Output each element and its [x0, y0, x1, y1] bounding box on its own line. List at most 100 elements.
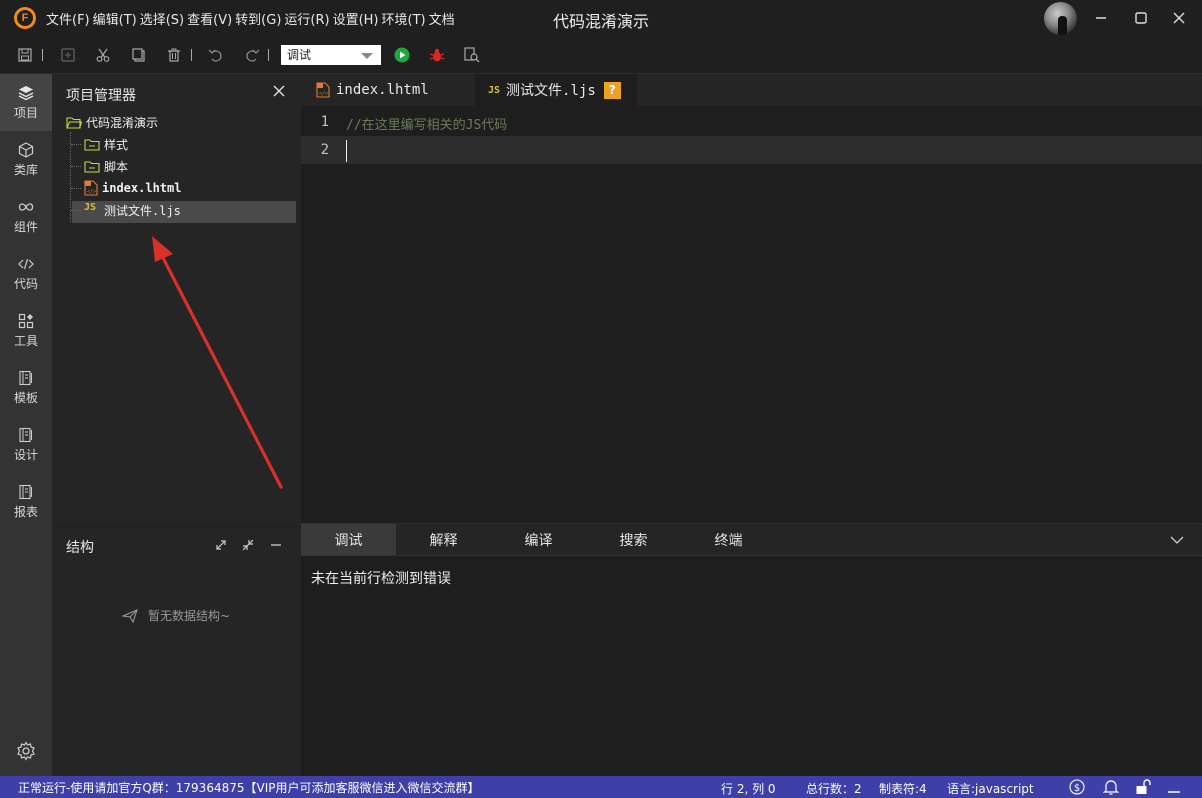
status-tab-size[interactable]: 制表符:4 — [879, 780, 927, 797]
maximize-icon — [1135, 12, 1147, 24]
activity-code[interactable]: 代码 — [0, 245, 52, 302]
collapse-all-button[interactable] — [240, 537, 256, 553]
tab-test-ljs[interactable]: JS 测试文件.ljs ? — [475, 74, 637, 106]
unlock-icon — [1136, 779, 1151, 794]
activity-label: 工具 — [13, 333, 38, 348]
user-avatar[interactable] — [1044, 2, 1077, 35]
minimize-icon — [1096, 17, 1106, 19]
activity-templates[interactable]: 模板 — [0, 359, 52, 416]
panel-tab-terminal[interactable]: 终端 — [681, 524, 776, 555]
menu-file[interactable]: 文件(F) — [46, 9, 90, 28]
tree-item-styles[interactable]: 样式 — [84, 133, 128, 155]
toolbar: 调试 — [0, 36, 1202, 74]
activity-label: 报表 — [13, 504, 38, 519]
donate-button[interactable]: $ — [1069, 779, 1085, 795]
activity-tools[interactable]: 工具 — [0, 302, 52, 359]
code-line-current: 2 — [301, 136, 1202, 164]
bug-icon — [429, 48, 445, 62]
copy-icon — [132, 48, 145, 62]
panel-collapse-button[interactable] — [1167, 530, 1187, 550]
search-file-icon — [464, 47, 480, 63]
panel-tab-debug[interactable]: 调试 — [301, 524, 396, 555]
run-config-select[interactable]: 调试 — [281, 45, 381, 65]
menu-environment[interactable]: 环境(T) — [382, 9, 426, 28]
tree-item-scripts[interactable]: 脚本 — [84, 155, 128, 177]
new-file-icon — [61, 48, 75, 62]
activity-library[interactable]: 类库 — [0, 131, 52, 188]
save-button[interactable] — [17, 47, 33, 63]
app-logo-icon: F — [14, 7, 36, 29]
tree-root-label: 代码混淆演示 — [86, 115, 159, 130]
activity-label: 类库 — [13, 162, 38, 177]
menu-run[interactable]: 运行(R) — [284, 9, 329, 28]
code-editor[interactable]: 1 //在这里编写相关的JS代码 2 — [301, 106, 1202, 523]
minimize-panel-button[interactable] — [1166, 779, 1182, 795]
debug-button[interactable] — [429, 47, 445, 63]
svg-text:$: $ — [1074, 783, 1080, 794]
menu-settings[interactable]: 设置(H) — [333, 9, 379, 28]
code-icon — [18, 258, 34, 269]
delete-button[interactable] — [166, 47, 182, 63]
redo-icon — [246, 49, 260, 62]
menu-edit[interactable]: 编辑(T) — [93, 9, 137, 28]
tree-guide — [71, 144, 81, 145]
maximize-button[interactable] — [1128, 6, 1154, 30]
help-icon[interactable]: ? — [603, 81, 621, 99]
chevron-down-icon — [1170, 536, 1184, 544]
gear-icon — [17, 741, 35, 761]
new-file-button[interactable] — [60, 47, 76, 63]
editor-tabs: </> index.lhtml JS 测试文件.ljs ? — [301, 74, 1202, 106]
toolbar-divider — [191, 49, 192, 61]
structure-empty-text: 暂无数据结构~ — [148, 609, 231, 623]
lock-button[interactable] — [1135, 779, 1151, 795]
tree-guide — [71, 166, 81, 167]
activity-bar: 项目 类库 组件 代码 工具 模板 设计 报表 — [0, 74, 52, 776]
template-icon — [19, 370, 32, 385]
inspect-button[interactable] — [464, 47, 480, 63]
tab-index-lhtml[interactable]: </> index.lhtml — [301, 74, 475, 106]
dollar-icon: $ — [1069, 779, 1085, 795]
expand-all-button[interactable] — [213, 537, 229, 553]
line-number: 1 — [320, 114, 329, 130]
explorer-close-button[interactable] — [270, 82, 288, 100]
minimize-button[interactable] — [1088, 6, 1114, 30]
undo-button[interactable] — [208, 47, 224, 63]
menu-select[interactable]: 选择(S) — [140, 9, 184, 28]
notifications-button[interactable] — [1103, 779, 1119, 795]
panel-tab-compile[interactable]: 编译 — [491, 524, 586, 555]
menu-goto[interactable]: 转到(G) — [235, 9, 281, 28]
copy-button[interactable] — [131, 47, 147, 63]
menu-view[interactable]: 查看(V) — [187, 9, 232, 28]
status-cursor-position[interactable]: 行 2, 列 0 — [721, 780, 776, 797]
tree-item-index-lhtml[interactable]: </> index.lhtml — [84, 177, 181, 199]
tree-guide — [71, 188, 81, 189]
close-window-button[interactable] — [1166, 6, 1192, 30]
activity-reports[interactable]: 报表 — [0, 473, 52, 530]
status-language[interactable]: 语言:javascript — [947, 780, 1034, 797]
menu-docs[interactable]: 文档 — [429, 9, 455, 28]
activity-label: 组件 — [13, 219, 38, 234]
minimize-panel-button[interactable] — [268, 537, 284, 553]
undo-icon — [208, 49, 222, 62]
tree-item-test-ljs[interactable]: JS 测试文件.ljs — [84, 199, 181, 221]
redo-button[interactable] — [244, 47, 260, 63]
activity-components[interactable]: 组件 — [0, 188, 52, 245]
layers-icon — [18, 85, 34, 100]
activity-settings[interactable] — [0, 726, 52, 776]
status-message: 正常运行-使用请加官方Q群：179364875【VIP用户可添加客服微信进入微信… — [18, 781, 480, 795]
html-file-icon: </> — [84, 180, 98, 196]
panel-tab-interpret[interactable]: 解释 — [396, 524, 491, 555]
activity-project[interactable]: 项目 — [0, 74, 52, 131]
activity-design[interactable]: 设计 — [0, 416, 52, 473]
send-icon — [122, 608, 138, 623]
tree-root[interactable]: 代码混淆演示 — [66, 111, 158, 133]
run-button[interactable] — [394, 47, 410, 63]
play-icon — [394, 47, 410, 63]
tab-label: index.lhtml — [336, 82, 429, 98]
folder-icon — [84, 138, 100, 151]
panel-tab-search[interactable]: 搜索 — [586, 524, 681, 555]
cut-button[interactable] — [95, 47, 111, 63]
activity-label: 代码 — [13, 276, 38, 291]
project-explorer: 项目管理器 代码混淆演示 样式 脚本 </> index.lhtml JS 测试… — [52, 74, 301, 776]
text-cursor — [346, 140, 347, 162]
